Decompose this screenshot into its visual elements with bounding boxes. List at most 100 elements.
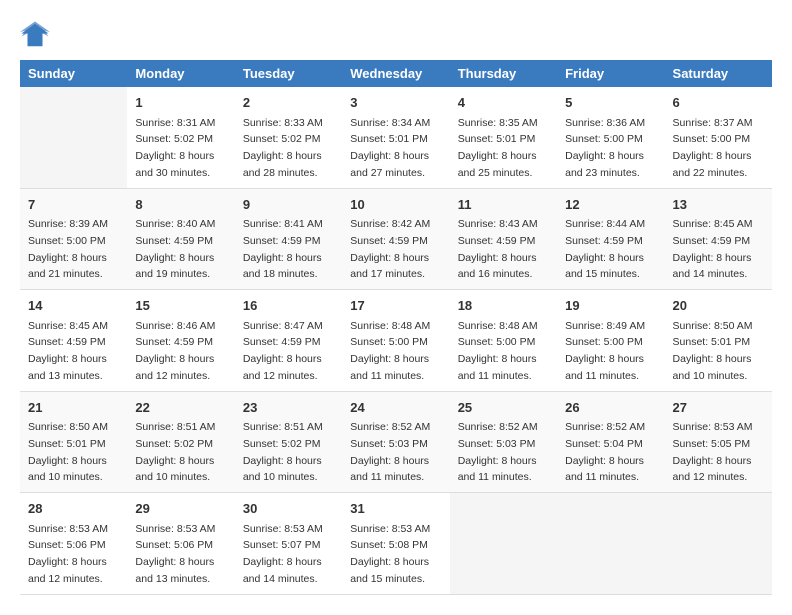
day-info: Sunrise: 8:53 AMSunset: 5:06 PMDaylight:…: [135, 523, 215, 585]
day-info: Sunrise: 8:53 AMSunset: 5:06 PMDaylight:…: [28, 523, 108, 585]
day-cell: 11Sunrise: 8:43 AMSunset: 4:59 PMDayligh…: [450, 188, 557, 290]
day-cell: 28Sunrise: 8:53 AMSunset: 5:06 PMDayligh…: [20, 493, 127, 595]
header-cell-wednesday: Wednesday: [342, 60, 449, 87]
day-number: 16: [243, 296, 334, 316]
day-info: Sunrise: 8:44 AMSunset: 4:59 PMDaylight:…: [565, 218, 645, 280]
day-info: Sunrise: 8:36 AMSunset: 5:00 PMDaylight:…: [565, 117, 645, 179]
day-cell: 2 Sunrise: 8:33 AMSunset: 5:02 PMDaylight…: [235, 87, 342, 188]
day-info: Sunrise: 8:46 AMSunset: 4:59 PMDaylight:…: [135, 320, 215, 382]
day-info: Sunrise: 8:40 AMSunset: 4:59 PMDaylight:…: [135, 218, 215, 280]
day-cell: 8 Sunrise: 8:40 AMSunset: 4:59 PMDaylight…: [127, 188, 234, 290]
day-cell: [665, 493, 772, 595]
day-number: 31: [350, 499, 441, 519]
day-info: Sunrise: 8:53 AMSunset: 5:05 PMDaylight:…: [673, 421, 753, 483]
week-row-3: 14 Sunrise: 8:45 AMSunset: 4:59 PMDayligh…: [20, 290, 772, 392]
day-number: 7: [28, 195, 119, 215]
day-number: 4: [458, 93, 549, 113]
day-info: Sunrise: 8:50 AMSunset: 5:01 PMDaylight:…: [673, 320, 753, 382]
day-cell: 26 Sunrise: 8:52 AMSunset: 5:04 PMDayligh…: [557, 391, 664, 493]
day-number: 1: [135, 93, 226, 113]
header-cell-tuesday: Tuesday: [235, 60, 342, 87]
day-cell: 25 Sunrise: 8:52 AMSunset: 5:03 PMDayligh…: [450, 391, 557, 493]
day-info: Sunrise: 8:48 AMSunset: 5:00 PMDaylight:…: [350, 320, 430, 382]
day-cell: 13 Sunrise: 8:45 AMSunset: 4:59 PMDayligh…: [665, 188, 772, 290]
header-cell-monday: Monday: [127, 60, 234, 87]
day-number: 19: [565, 296, 656, 316]
week-row-1: 1 Sunrise: 8:31 AMSunset: 5:02 PMDaylight…: [20, 87, 772, 188]
day-cell: 12Sunrise: 8:44 AMSunset: 4:59 PMDayligh…: [557, 188, 664, 290]
day-number: 20: [673, 296, 764, 316]
day-info: Sunrise: 8:47 AMSunset: 4:59 PMDaylight:…: [243, 320, 323, 382]
day-cell: 7 Sunrise: 8:39 AMSunset: 5:00 PMDaylight…: [20, 188, 127, 290]
day-cell: 19Sunrise: 8:49 AMSunset: 5:00 PMDayligh…: [557, 290, 664, 392]
day-cell: 21 Sunrise: 8:50 AMSunset: 5:01 PMDayligh…: [20, 391, 127, 493]
day-cell: 17 Sunrise: 8:48 AMSunset: 5:00 PMDayligh…: [342, 290, 449, 392]
day-number: 15: [135, 296, 226, 316]
day-cell: 5Sunrise: 8:36 AMSunset: 5:00 PMDaylight…: [557, 87, 664, 188]
day-number: 13: [673, 195, 764, 215]
day-info: Sunrise: 8:51 AMSunset: 5:02 PMDaylight:…: [135, 421, 215, 483]
day-info: Sunrise: 8:39 AMSunset: 5:00 PMDaylight:…: [28, 218, 108, 280]
day-cell: 14 Sunrise: 8:45 AMSunset: 4:59 PMDayligh…: [20, 290, 127, 392]
day-info: Sunrise: 8:50 AMSunset: 5:01 PMDaylight:…: [28, 421, 108, 483]
week-row-4: 21 Sunrise: 8:50 AMSunset: 5:01 PMDayligh…: [20, 391, 772, 493]
header-row: SundayMondayTuesdayWednesdayThursdayFrid…: [20, 60, 772, 87]
day-info: Sunrise: 8:52 AMSunset: 5:04 PMDaylight:…: [565, 421, 645, 483]
day-info: Sunrise: 8:42 AMSunset: 4:59 PMDaylight:…: [350, 218, 430, 280]
day-info: Sunrise: 8:45 AMSunset: 4:59 PMDaylight:…: [673, 218, 753, 280]
day-info: Sunrise: 8:53 AMSunset: 5:08 PMDaylight:…: [350, 523, 430, 585]
day-cell: 4 Sunrise: 8:35 AMSunset: 5:01 PMDaylight…: [450, 87, 557, 188]
day-cell: 3 Sunrise: 8:34 AMSunset: 5:01 PMDaylight…: [342, 87, 449, 188]
day-info: Sunrise: 8:31 AMSunset: 5:02 PMDaylight:…: [135, 117, 215, 179]
day-number: 3: [350, 93, 441, 113]
day-info: Sunrise: 8:52 AMSunset: 5:03 PMDaylight:…: [350, 421, 430, 483]
day-number: 14: [28, 296, 119, 316]
day-number: 11: [458, 195, 549, 215]
week-row-2: 7 Sunrise: 8:39 AMSunset: 5:00 PMDaylight…: [20, 188, 772, 290]
logo-icon: [20, 20, 50, 50]
day-cell: 16 Sunrise: 8:47 AMSunset: 4:59 PMDayligh…: [235, 290, 342, 392]
day-number: 24: [350, 398, 441, 418]
day-number: 26: [565, 398, 656, 418]
day-number: 27: [673, 398, 764, 418]
day-number: 25: [458, 398, 549, 418]
day-cell: 30Sunrise: 8:53 AMSunset: 5:07 PMDayligh…: [235, 493, 342, 595]
day-cell: 31 Sunrise: 8:53 AMSunset: 5:08 PMDayligh…: [342, 493, 449, 595]
day-info: Sunrise: 8:41 AMSunset: 4:59 PMDaylight:…: [243, 218, 323, 280]
day-number: 29: [135, 499, 226, 519]
day-cell: 24 Sunrise: 8:52 AMSunset: 5:03 PMDayligh…: [342, 391, 449, 493]
day-number: 21: [28, 398, 119, 418]
page-header: [20, 20, 772, 50]
calendar-table: SundayMondayTuesdayWednesdayThursdayFrid…: [20, 60, 772, 595]
day-number: 10: [350, 195, 441, 215]
day-number: 22: [135, 398, 226, 418]
day-number: 2: [243, 93, 334, 113]
day-number: 9: [243, 195, 334, 215]
day-info: Sunrise: 8:33 AMSunset: 5:02 PMDaylight:…: [243, 117, 323, 179]
day-cell: 9 Sunrise: 8:41 AMSunset: 4:59 PMDaylight…: [235, 188, 342, 290]
day-info: Sunrise: 8:53 AMSunset: 5:07 PMDaylight:…: [243, 523, 323, 585]
day-cell: 1 Sunrise: 8:31 AMSunset: 5:02 PMDaylight…: [127, 87, 234, 188]
day-info: Sunrise: 8:35 AMSunset: 5:01 PMDaylight:…: [458, 117, 538, 179]
logo: [20, 20, 54, 50]
day-number: 18: [458, 296, 549, 316]
day-number: 17: [350, 296, 441, 316]
week-row-5: 28Sunrise: 8:53 AMSunset: 5:06 PMDayligh…: [20, 493, 772, 595]
day-info: Sunrise: 8:51 AMSunset: 5:02 PMDaylight:…: [243, 421, 323, 483]
day-cell: 6 Sunrise: 8:37 AMSunset: 5:00 PMDaylight…: [665, 87, 772, 188]
day-info: Sunrise: 8:34 AMSunset: 5:01 PMDaylight:…: [350, 117, 430, 179]
day-number: 8: [135, 195, 226, 215]
day-cell: 18Sunrise: 8:48 AMSunset: 5:00 PMDayligh…: [450, 290, 557, 392]
day-info: Sunrise: 8:37 AMSunset: 5:00 PMDaylight:…: [673, 117, 753, 179]
day-cell: 10 Sunrise: 8:42 AMSunset: 4:59 PMDayligh…: [342, 188, 449, 290]
day-number: 6: [673, 93, 764, 113]
header-cell-sunday: Sunday: [20, 60, 127, 87]
day-cell: [450, 493, 557, 595]
day-cell: 15 Sunrise: 8:46 AMSunset: 4:59 PMDayligh…: [127, 290, 234, 392]
header-cell-thursday: Thursday: [450, 60, 557, 87]
day-info: Sunrise: 8:45 AMSunset: 4:59 PMDaylight:…: [28, 320, 108, 382]
day-info: Sunrise: 8:52 AMSunset: 5:03 PMDaylight:…: [458, 421, 538, 483]
header-cell-saturday: Saturday: [665, 60, 772, 87]
day-cell: 22 Sunrise: 8:51 AMSunset: 5:02 PMDayligh…: [127, 391, 234, 493]
day-cell: 23Sunrise: 8:51 AMSunset: 5:02 PMDayligh…: [235, 391, 342, 493]
